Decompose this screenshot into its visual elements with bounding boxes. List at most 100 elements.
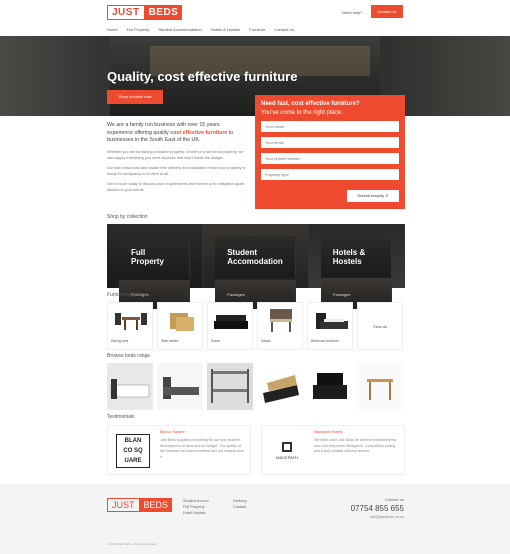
bed-tile[interactable] bbox=[257, 363, 303, 410]
submit-label: Submit enquiry bbox=[357, 193, 385, 198]
furniture-tile[interactable]: Bedroom furniture bbox=[307, 302, 353, 350]
desk-icon bbox=[262, 307, 300, 334]
view-all-label: View all bbox=[373, 323, 387, 329]
bed-photo-icon bbox=[107, 363, 153, 410]
bed-tile[interactable] bbox=[307, 363, 353, 410]
intro-lead-highlight: cost effective furniture bbox=[170, 129, 228, 136]
tile-label: Desks bbox=[261, 339, 271, 343]
nav-item-hotels[interactable]: Hotels & Hostels bbox=[211, 27, 241, 32]
storage-bed-icon bbox=[257, 363, 303, 410]
phone-field[interactable] bbox=[261, 153, 399, 164]
bed-tile[interactable] bbox=[107, 363, 153, 410]
table-icon bbox=[357, 363, 403, 410]
intro-paragraph-3: Get in touch today to discuss your requi… bbox=[107, 181, 245, 192]
collection-title: Student Accomodation bbox=[215, 236, 296, 278]
logo-part2: BEDS bbox=[144, 5, 183, 20]
furniture-heading: Furnishing options bbox=[107, 292, 148, 298]
logo-part1: JUST bbox=[107, 5, 145, 20]
beds-grid bbox=[107, 363, 403, 410]
help-link[interactable]: Need help? bbox=[342, 10, 362, 15]
collection-hotels[interactable]: Hotels & Hostels Packages bbox=[308, 224, 405, 309]
contact-phone[interactable]: 07754 855 655 bbox=[351, 504, 404, 513]
dining-set-icon bbox=[112, 307, 150, 334]
email-field[interactable] bbox=[261, 137, 399, 148]
copyright: © 2016 Just Beds. All rights reserved. bbox=[107, 542, 158, 546]
tile-label: Side tables bbox=[161, 339, 179, 343]
furniture-tile[interactable]: Desks bbox=[257, 302, 303, 350]
property-type-field[interactable] bbox=[261, 169, 399, 180]
submit-button[interactable]: Submit enquiry ✔ bbox=[347, 190, 399, 202]
furniture-tile[interactable]: Dining sets bbox=[107, 302, 153, 350]
macepath-logo: MACEPATH bbox=[270, 434, 304, 468]
nav-item-home[interactable]: Home bbox=[107, 27, 118, 32]
testimonials-heading: Testimonials bbox=[107, 414, 135, 420]
name-field[interactable] bbox=[261, 121, 399, 132]
tile-label: Dining sets bbox=[111, 339, 129, 343]
contact-email[interactable]: info@justbeds.co.uk bbox=[351, 515, 404, 519]
footer-links-2: Delivery Contact bbox=[233, 498, 247, 510]
tile-label: Sofas bbox=[211, 339, 220, 343]
bed-tile[interactable] bbox=[207, 363, 253, 410]
bed-tile[interactable] bbox=[157, 363, 203, 410]
logo-line: MACEPATH bbox=[276, 455, 298, 460]
intro-paragraph-1: Whether you are furnishing a student pro… bbox=[107, 149, 244, 160]
site-header: JUST BEDS Need help? Contact us Home Ful… bbox=[0, 0, 510, 36]
testimonial-text: Just Beds supplied everything for our ne… bbox=[160, 438, 244, 459]
bunk-bed-icon bbox=[207, 363, 253, 410]
hero-building-left bbox=[0, 36, 110, 116]
bed-icon bbox=[312, 307, 350, 334]
logo-line: UARE bbox=[124, 458, 142, 464]
armchair-icon bbox=[307, 363, 353, 410]
collection-heading: Shop by collection bbox=[107, 214, 148, 220]
testimonial-name: Macepath Hotels bbox=[314, 430, 343, 434]
testimonials-row: BLAN CO SQ UARE Blanco Square Just Beds … bbox=[107, 425, 405, 475]
logo-part1: JUST bbox=[107, 498, 140, 512]
logo-part2: BEDS bbox=[139, 498, 173, 512]
intro-text: We are a family run business with over 1… bbox=[107, 122, 247, 193]
main-nav: Home Full Property Student Accommodation… bbox=[107, 27, 294, 32]
footer-link[interactable]: Hotel Hostels bbox=[183, 510, 209, 516]
furniture-tile[interactable]: Side tables bbox=[157, 302, 203, 350]
hero-cta-button[interactable]: Shop bundles now bbox=[107, 90, 163, 104]
testimonial-name: Blanco Square bbox=[160, 430, 185, 434]
footer-links-1: Student Accom Full Property Hotel Hostel… bbox=[183, 498, 209, 516]
tile-label: Bedroom furniture bbox=[311, 339, 340, 343]
form-subtitle: You've come to the right place. bbox=[261, 110, 343, 116]
logo-line: CO SQ bbox=[123, 448, 143, 454]
logo-line: BLAN bbox=[124, 438, 142, 444]
header-contact-button[interactable]: Contact us bbox=[371, 5, 403, 18]
furniture-grid: Dining sets Side tables Sofas Desks Bedr… bbox=[107, 302, 403, 350]
intro-paragraph-2: Our fast turnaround and hassle free deli… bbox=[107, 165, 246, 176]
nav-item-student[interactable]: Student Accommodation bbox=[158, 27, 201, 32]
collection-title: Hotels & Hostels bbox=[320, 236, 392, 278]
footer-link[interactable]: Contact bbox=[233, 504, 247, 510]
nav-item-full-property[interactable]: Full Property bbox=[127, 27, 150, 32]
collection-title: Full Property bbox=[119, 236, 191, 278]
collection-student[interactable]: Student Accomodation Packages bbox=[203, 224, 309, 309]
footer-logo[interactable]: JUST BEDS bbox=[107, 498, 173, 512]
logo[interactable]: JUST BEDS bbox=[107, 5, 183, 20]
macepath-mark-icon bbox=[282, 442, 292, 452]
collection-row: Full Property Packages Student Accomodat… bbox=[107, 224, 405, 309]
testimonial-card: MACEPATH Macepath Hotels We have used Ju… bbox=[261, 425, 405, 475]
nav-item-furniture[interactable]: Furniture bbox=[249, 27, 265, 32]
bed-tile[interactable] bbox=[357, 363, 403, 410]
site-footer: JUST BEDS Student Accom Full Property Ho… bbox=[0, 484, 510, 554]
sofa-icon bbox=[212, 307, 250, 334]
view-all-tile[interactable]: View all bbox=[357, 302, 403, 350]
bed-frame-icon bbox=[157, 363, 203, 410]
furniture-tile[interactable]: Sofas bbox=[207, 302, 253, 350]
testimonial-card: BLAN CO SQ UARE Blanco Square Just Beds … bbox=[107, 425, 251, 475]
intro-lead: We are a family run business with over 1… bbox=[107, 122, 247, 145]
footer-contact: Contact us 07754 855 655 info@justbeds.c… bbox=[351, 497, 404, 519]
blanco-square-logo: BLAN CO SQ UARE bbox=[116, 434, 150, 468]
enquiry-form: Need fast, cost effective furniture? You… bbox=[255, 95, 405, 209]
form-title: Need fast, cost effective furniture? bbox=[261, 101, 360, 107]
hero-title: Quality, cost effective furniture bbox=[107, 69, 298, 84]
testimonial-text: We have used Just Beds for several refur… bbox=[314, 438, 397, 453]
side-table-icon bbox=[162, 307, 200, 334]
collection-full-property[interactable]: Full Property Packages bbox=[107, 224, 204, 309]
beds-heading: Browse beds range bbox=[107, 353, 151, 359]
contact-heading: Contact us bbox=[384, 497, 404, 502]
nav-item-contact[interactable]: Contact Us bbox=[274, 27, 294, 32]
